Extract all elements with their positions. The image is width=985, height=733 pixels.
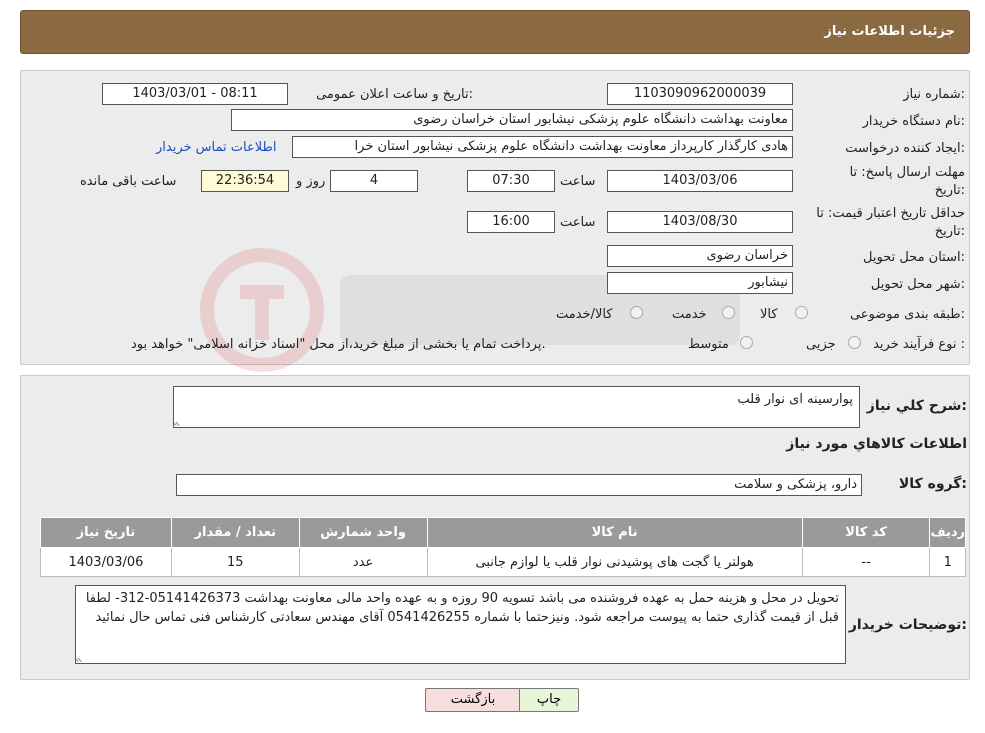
days-word: روز و [296,174,326,189]
delivery-city-label: شهر محل تحویل: [870,277,965,292]
buyer-org-field: معاونت بهداشت دانشگاه علوم پزشکی نیشابور… [231,109,793,131]
category-option-service: خدمت [672,307,707,322]
process-option-medium: متوسط [688,337,729,352]
request-creator-field: هادی کارگذار کارپرداز معاونت بهداشت دانش… [292,136,793,158]
col-quantity-header: تعداد / مقدار [170,517,300,548]
goods-group-label: گروه کالا: [898,476,967,492]
deadline-time-word: ساعت [560,174,596,189]
goods-table-header: ردیف کد کالا نام کالا واحد شمارش تعداد /… [40,517,966,548]
buyer-notes-text: تحویل در محل و هزینه حمل به عهده فروشنده… [85,591,839,625]
delivery-city-field: نیشابور [607,272,793,294]
price-validity-label: حداقل تاریخ اعتبار قیمت: تا [816,206,965,221]
goods-table: ردیف کد کالا نام کالا واحد شمارش تعداد /… [40,517,966,577]
col-code-header: کد کالا [801,517,931,548]
general-description-label: شرح کلي نياز: [866,398,967,414]
remaining-time-countdown: 22:36:54 [201,170,289,192]
category-label: طبقه بندی موضوعی: [849,307,965,322]
response-deadline-time: 07:30 [467,170,555,192]
category-option-goods: کالا [760,307,778,322]
cell-name: هولتر یا گجت های پوشیدنی نوار قلب یا لوا… [426,547,803,577]
table-row: 1 -- هولتر یا گجت های پوشیدنی نوار قلب ی… [40,547,966,577]
cell-quantity: 15 [170,547,300,577]
process-radio-minor[interactable] [848,336,861,349]
cell-unit: عدد [298,547,428,577]
resize-grip-icon[interactable] [176,417,185,426]
process-radio-medium[interactable] [740,336,753,349]
need-number-field: 1103090962000039 [607,83,793,105]
announce-date-field: 1403/03/01 - 08:11 [102,83,288,105]
col-row-header: ردیف [929,517,966,548]
general-description-field[interactable]: پوارسینه ای نوار قلب [173,386,860,428]
col-date-header: تاریخ نیاز [40,517,172,548]
col-name-header: نام کالا [426,517,803,548]
remaining-time-label: ساعت باقی مانده [80,174,177,189]
announce-date-label: تاریخ و ساعت اعلان عمومی: [316,87,473,102]
delivery-province-label: استان محل تحویل: [863,250,965,265]
category-radio-goods-service[interactable] [630,306,643,319]
category-radio-service[interactable] [722,306,735,319]
buyer-org-label: نام دستگاه خریدار: [862,114,965,129]
general-description-text: پوارسینه ای نوار قلب [737,392,853,407]
print-button[interactable]: چاپ [519,688,579,712]
buyer-contact-link[interactable]: اطلاعات تماس خریدار [156,140,276,155]
category-option-goods-service: کالا/خدمت [556,307,613,322]
cell-code: -- [801,547,931,577]
price-validity-time: 16:00 [467,211,555,233]
price-validity-label-2: تاریخ: [934,224,965,239]
buyer-notes-label: توضیحات خریدار: [848,617,967,633]
cell-date: 1403/03/06 [40,547,172,577]
validity-time-word: ساعت [560,215,596,230]
price-validity-date: 1403/08/30 [607,211,793,233]
need-number-label: شماره نیاز: [903,87,965,102]
resize-grip-icon[interactable] [78,653,87,662]
col-unit-header: واحد شمارش [298,517,428,548]
process-payment-note: پرداخت تمام یا بخشی از مبلغ خرید،از محل … [131,337,546,352]
response-deadline-date: 1403/03/06 [607,170,793,192]
back-button[interactable]: بازگشت [425,688,521,712]
buyer-notes-field[interactable]: تحویل در محل و هزینه حمل به عهده فروشنده… [75,585,846,664]
page-header: جزئیات اطلاعات نیاز [20,10,970,54]
cell-row-number: 1 [929,547,966,577]
request-creator-label: ایجاد کننده درخواست: [845,141,965,156]
page-title: جزئیات اطلاعات نیاز [824,24,955,39]
response-deadline-label-2: تاریخ: [934,183,965,198]
remaining-days-field: 4 [330,170,418,192]
category-radio-goods[interactable] [795,306,808,319]
delivery-province-field: خراسان رضوی [607,245,793,267]
process-option-minor: جزیی [806,337,836,352]
goods-info-title: اطلاعات كالاهاي مورد نياز [786,436,967,452]
response-deadline-label: مهلت ارسال پاسخ: تا [849,165,965,180]
goods-group-field: دارو، پزشکی و سلامت [176,474,862,496]
purchase-process-label: نوع فرآیند خرید : [873,337,965,352]
